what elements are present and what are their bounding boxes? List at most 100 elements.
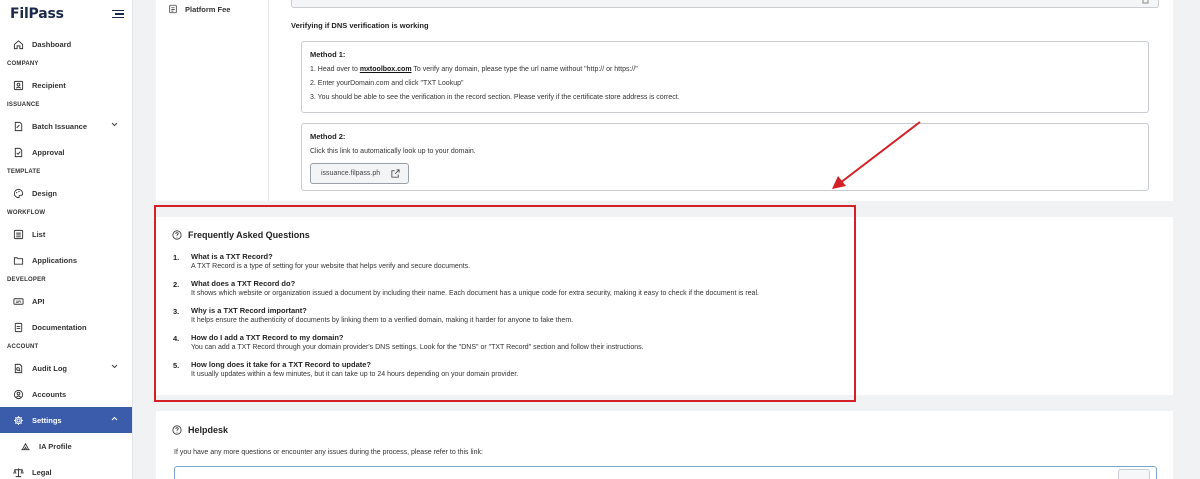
sidebar-item-label: IA Profile <box>39 441 72 451</box>
app-logo[interactable]: FilPass <box>10 6 64 22</box>
verification-title: Verifying if DNS verification is working <box>291 21 429 30</box>
method-1-step-2: 2. Enter yourDomain.com and click "TXT L… <box>310 80 464 87</box>
verification-card: Platform Fee Verifying if DNS verificati… <box>156 0 1173 201</box>
sidebar-item-label: Audit Log <box>32 363 67 373</box>
faq-number: 5. <box>173 361 180 370</box>
contact-card-icon <box>13 80 24 91</box>
list-icon <box>13 229 24 240</box>
question-circle-icon <box>172 425 182 435</box>
helpdesk-text: If you have any more questions or encoun… <box>174 449 483 456</box>
sidebar-item-design[interactable]: Design <box>0 180 132 206</box>
faq-number: 1. <box>173 253 180 262</box>
sidebar-item-label: Legal <box>32 467 52 477</box>
method-1-box: Method 1: 1. Head over to mxtoolbox.com … <box>301 41 1149 113</box>
faq-answer: You can add a TXT Record through your do… <box>191 344 644 351</box>
step-1-prefix: 1. Head over to <box>310 66 360 73</box>
sidebar-item-api[interactable]: API API <box>0 288 132 314</box>
sidebar-item-label: Design <box>32 188 58 198</box>
faq-answer: It helps ensure the authenticity of docu… <box>191 317 574 324</box>
copy-link-button[interactable] <box>1118 469 1150 479</box>
sidebar-item-applications[interactable]: Applications <box>0 247 132 273</box>
sidebar-item-batch-issuance[interactable]: Batch Issuance <box>0 113 132 139</box>
sidebar-item-label: Batch Issuance <box>32 121 88 131</box>
institution-icon <box>20 441 31 452</box>
sidebar-item-label: Accounts <box>32 389 67 399</box>
faq-item: 4. How do I add a TXT Record to my domai… <box>173 333 1153 360</box>
method-1-step-1: 1. Head over to mxtoolbox.com To verify … <box>310 66 1148 73</box>
section-template: TEMPLATE <box>7 169 41 175</box>
receipt-icon <box>168 4 178 14</box>
sidebar-header: FilPass <box>0 0 132 28</box>
api-icon: API <box>13 296 24 307</box>
sidebar-item-list[interactable]: List <box>0 221 132 247</box>
faq-number: 3. <box>173 307 180 316</box>
settings-nav-label: Platform Fee <box>185 4 231 14</box>
sidebar-item-legal[interactable]: Legal <box>0 459 132 479</box>
sidebar-item-recipient[interactable]: Recipient <box>0 72 132 98</box>
faq-answer: A TXT Record is a type of setting for yo… <box>191 263 471 270</box>
faq-item: 1. What is a TXT Record? A TXT Record is… <box>173 252 1153 279</box>
faq-question: How long does it take for a TXT Record t… <box>191 360 372 369</box>
sidebar-item-label: Approval <box>32 147 65 157</box>
document-check-icon <box>13 147 24 158</box>
user-circle-icon <box>13 389 24 400</box>
sidebar-item-ia-profile[interactable]: IA Profile <box>0 433 132 459</box>
document-icon <box>13 322 24 333</box>
sidebar-item-label: API <box>32 296 45 306</box>
sidebar-item-dashboard[interactable]: Dashboard <box>0 31 132 57</box>
helpdesk-title: Helpdesk <box>188 425 229 435</box>
scale-icon <box>13 467 24 478</box>
faq-question: What does a TXT Record do? <box>191 279 296 288</box>
palette-icon <box>13 188 24 199</box>
method-1-title: Method 1: <box>310 50 346 59</box>
verification-pane: Verifying if DNS verification is working… <box>268 0 1173 201</box>
folder-icon <box>13 255 24 266</box>
step-1-suffix: To verify any domain, please type the ur… <box>411 66 638 73</box>
menu-toggle-icon[interactable] <box>112 9 124 19</box>
sidebar: FilPass Dashboard COMPANY Recipient ISSU… <box>0 0 133 479</box>
helpdesk-link-field[interactable] <box>174 466 1157 479</box>
record-value-box <box>291 0 1159 8</box>
sidebar-item-accounts[interactable]: Accounts <box>0 381 132 407</box>
faq-question: Why is a TXT Record important? <box>191 306 307 315</box>
sidebar-item-audit-log[interactable]: Audit Log <box>0 355 132 381</box>
section-account: ACCOUNT <box>7 344 39 350</box>
faq-answer: It usually updates within a few minutes,… <box>191 371 519 378</box>
gear-icon <box>13 415 24 426</box>
main-content: Platform Fee Verifying if DNS verificati… <box>133 0 1200 479</box>
method-2-title: Method 2: <box>310 132 346 141</box>
section-workflow: WORKFLOW <box>7 210 46 216</box>
document-search-icon <box>13 363 24 374</box>
faq-card: Frequently Asked Questions 1. What is a … <box>156 217 1173 395</box>
method-2-box: Method 2: Click this link to automatical… <box>301 123 1149 191</box>
settings-nav-platform-fee[interactable]: Platform Fee <box>168 4 230 14</box>
faq-item: 2. What does a TXT Record do? It shows w… <box>173 279 1153 306</box>
sidebar-item-settings[interactable]: Settings <box>0 407 132 433</box>
faq-header: Frequently Asked Questions <box>172 230 310 240</box>
faq-title: Frequently Asked Questions <box>188 230 310 240</box>
method-2-text: Click this link to automatically look up… <box>310 148 476 155</box>
faq-question: How do I add a TXT Record to my domain? <box>191 333 344 342</box>
method-1-step-3: 3. You should be able to see the verific… <box>310 94 680 101</box>
sidebar-item-label: Documentation <box>32 322 87 332</box>
faq-list: 1. What is a TXT Record? A TXT Record is… <box>173 252 1153 387</box>
chevron-up-icon <box>111 416 118 423</box>
sidebar-item-approval[interactable]: Approval <box>0 139 132 165</box>
faq-number: 4. <box>173 334 180 343</box>
faq-item: 5. How long does it take for a TXT Recor… <box>173 360 1153 387</box>
section-company: COMPANY <box>7 61 39 67</box>
domain-lookup-button[interactable]: issuance.filpass.ph <box>310 163 410 184</box>
sidebar-item-documentation[interactable]: Documentation <box>0 314 132 340</box>
document-edit-icon <box>13 121 24 132</box>
chevron-down-icon <box>111 364 118 371</box>
sidebar-item-label: Recipient <box>32 80 66 90</box>
copy-icon[interactable] <box>1142 0 1150 7</box>
domain-lookup-label: issuance.filpass.ph <box>321 170 381 177</box>
home-icon <box>13 39 24 50</box>
helpdesk-header: Helpdesk <box>172 425 228 435</box>
faq-answer: It shows which website or organization i… <box>191 290 759 297</box>
sidebar-item-label: Settings <box>32 415 62 425</box>
sidebar-item-label: List <box>32 229 46 239</box>
mxtoolbox-link[interactable]: mxtoolbox.com <box>360 66 412 73</box>
chevron-down-icon <box>111 122 118 129</box>
